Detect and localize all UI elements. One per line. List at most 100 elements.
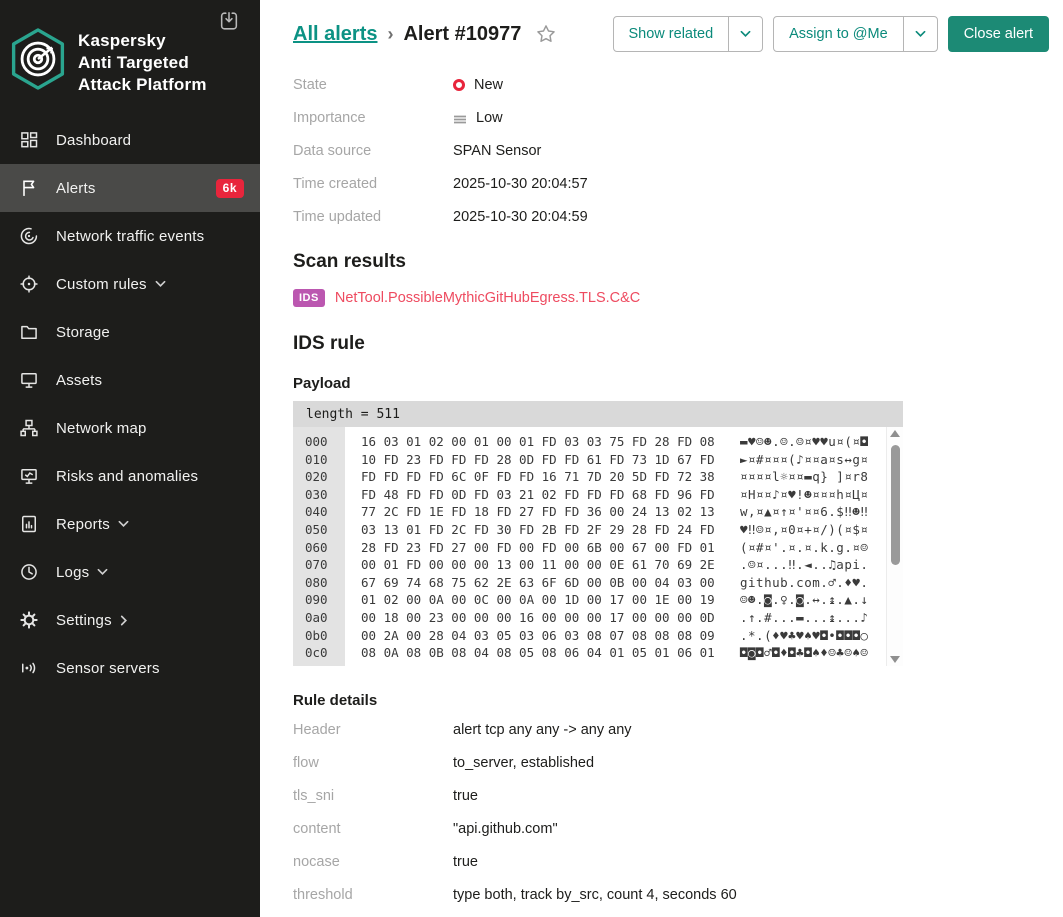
sidebar-item-logs[interactable]: Logs [0, 548, 260, 596]
breadcrumb-all-alerts[interactable]: All alerts [293, 23, 377, 46]
time-created-value: 2025-10-30 20:04:57 [453, 176, 588, 192]
sidebar-item-alerts[interactable]: Alerts 6k [0, 164, 260, 212]
alert-header: All alerts › Alert #10977 Show related A… [293, 14, 1049, 54]
breadcrumb-separator: › [387, 24, 393, 45]
assign-dropdown-button[interactable] [903, 17, 937, 51]
hex-offset-column: 000 010 020 030 040 050 060 070 080 090 … [293, 427, 345, 666]
hex-row: 16 03 01 02 00 01 00 01 FD 03 03 75 FD 2… [361, 433, 886, 451]
monitor-icon [18, 369, 40, 391]
chevron-right-icon [120, 615, 128, 626]
importance-low-icon [453, 112, 467, 124]
alert-details: State New Importance Low Data source SPA… [293, 68, 1049, 233]
ids-badge: IDS [293, 289, 325, 307]
hex-row: FD FD FD FD 6C 0F FD FD 16 71 7D 20 5D F… [361, 468, 886, 486]
hex-row: 77 2C FD 1E FD 18 FD 27 FD FD 36 00 24 1… [361, 503, 886, 521]
folder-icon [18, 321, 40, 343]
flag-icon [18, 177, 40, 199]
favorite-star-icon[interactable] [535, 23, 557, 45]
rule-row-nocase: nocase true [293, 845, 1049, 878]
assign-to-me-button[interactable]: Assign to @Me [774, 17, 903, 51]
sidebar-item-label: Custom rules [56, 276, 147, 293]
detail-row-time-updated: Time updated 2025-10-30 20:04:59 [293, 200, 1049, 233]
monitor-icon [18, 465, 40, 487]
sidebar-item-custom-rules[interactable]: Custom rules [0, 260, 260, 308]
sidebar: Kaspersky Anti Targeted Attack Platform … [0, 0, 260, 917]
sidebar-item-label: Network map [56, 420, 147, 437]
clock-icon [18, 561, 40, 583]
scan-result-row: IDS NetTool.PossibleMythicGitHubEgress.T… [293, 289, 1049, 307]
hex-row: 01 02 00 0A 00 0C 00 0A 00 1D 00 17 00 1… [361, 591, 886, 609]
sidebar-item-label: Alerts [56, 180, 96, 197]
sidebar-item-label: Risks and anomalies [56, 468, 198, 485]
sidebar-item-network-traffic-events[interactable]: Network traffic events [0, 212, 260, 260]
sidebar-item-label: Dashboard [56, 132, 131, 149]
traffic-swirl-icon [18, 225, 40, 247]
hex-row: FD 48 FD FD 0D FD 03 21 02 FD FD FD 68 F… [361, 486, 886, 504]
hex-row: 08 0A 08 0B 08 04 08 05 08 06 04 01 05 0… [361, 644, 886, 662]
close-alert-button[interactable]: Close alert [948, 16, 1049, 52]
detection-rule-link[interactable]: NetTool.PossibleMythicGitHubEgress.TLS.C… [335, 290, 640, 306]
chevron-down-icon [155, 280, 166, 288]
sidebar-item-dashboard[interactable]: Dashboard [0, 116, 260, 164]
kaspersky-logo-icon [8, 26, 68, 92]
sidebar-item-storage[interactable]: Storage [0, 308, 260, 356]
scrollbar-thumb[interactable] [891, 445, 900, 565]
sidebar-item-network-map[interactable]: Network map [0, 404, 260, 452]
target-icon [18, 273, 40, 295]
state-value: New [474, 77, 503, 93]
hex-row: 67 69 74 68 75 62 2E 63 6F 6D 00 0B 00 0… [361, 574, 886, 592]
sidebar-item-assets[interactable]: Assets [0, 356, 260, 404]
chevron-down-icon [118, 520, 129, 528]
brand-title: Kaspersky Anti Targeted Attack Platform [78, 26, 207, 96]
gear-icon [18, 609, 40, 631]
state-new-icon [453, 79, 465, 91]
sensor-icon [18, 657, 40, 679]
sidebar-item-reports[interactable]: Reports [0, 500, 260, 548]
hex-row: 00 2A 00 28 04 03 05 03 06 03 08 07 08 0… [361, 627, 886, 645]
rule-row-threshold: threshold type both, track by_src, count… [293, 878, 1049, 911]
hex-row: 10 FD 23 FD FD FD 28 0D FD FD 61 FD 73 1… [361, 451, 886, 469]
importance-value: Low [476, 110, 503, 126]
rule-row-content: content "api.github.com" [293, 812, 1049, 845]
show-related-dropdown-button[interactable] [728, 17, 762, 51]
rule-details-heading: Rule details [293, 692, 1049, 709]
show-related-split-button: Show related [613, 16, 764, 52]
app: Kaspersky Anti Targeted Attack Platform … [0, 0, 1063, 917]
network-map-icon [18, 417, 40, 439]
sidebar-item-label: Assets [56, 372, 102, 389]
hex-row: 03 13 01 FD 2C FD 30 FD 2B FD 2F 29 28 F… [361, 521, 886, 539]
sidebar-nav: Dashboard Alerts 6k [0, 116, 260, 692]
scroll-up-icon[interactable] [890, 430, 900, 437]
dashboard-icon [18, 129, 40, 151]
report-icon [18, 513, 40, 535]
payload-heading: Payload [293, 375, 1049, 392]
show-related-button[interactable]: Show related [614, 17, 729, 51]
sidebar-item-label: Logs [56, 564, 89, 581]
detail-row-data-source: Data source SPAN Sensor [293, 134, 1049, 167]
download-icon[interactable] [218, 10, 240, 32]
sidebar-item-label: Reports [56, 516, 110, 533]
page-title: Alert #10977 [403, 23, 521, 46]
rule-row-flow: flow to_server, established [293, 746, 1049, 779]
main-content: All alerts › Alert #10977 Show related A… [260, 0, 1063, 917]
hex-scrollbar[interactable] [886, 427, 903, 666]
sidebar-item-label: Storage [56, 324, 110, 341]
sidebar-item-risks-and-anomalies[interactable]: Risks and anomalies [0, 452, 260, 500]
assign-split-button: Assign to @Me [773, 16, 938, 52]
data-source-value: SPAN Sensor [453, 143, 541, 159]
sidebar-item-label: Settings [56, 612, 112, 629]
sidebar-item-label: Sensor servers [56, 660, 160, 677]
time-updated-value: 2025-10-30 20:04:59 [453, 209, 588, 225]
payload-length-bar: length = 511 [293, 401, 903, 427]
scroll-down-icon[interactable] [890, 656, 900, 663]
hex-row: 00 18 00 23 00 00 00 16 00 00 00 17 00 0… [361, 609, 886, 627]
sidebar-item-label: Network traffic events [56, 228, 204, 245]
rule-row-header: Header alert tcp any any -> any any [293, 713, 1049, 746]
sidebar-item-sensor-servers[interactable]: Sensor servers [0, 644, 260, 692]
ids-rule-heading: IDS rule [293, 333, 1049, 355]
payload-hex-viewer: length = 511 000 010 020 030 040 050 060… [293, 401, 903, 666]
hex-row: 00 01 FD 00 00 00 13 00 11 00 00 0E 61 7… [361, 556, 886, 574]
sidebar-item-settings[interactable]: Settings [0, 596, 260, 644]
detail-row-state: State New [293, 68, 1049, 101]
hex-bytes-area[interactable]: 16 03 01 02 00 01 00 01 FD 03 03 75 FD 2… [345, 427, 886, 666]
